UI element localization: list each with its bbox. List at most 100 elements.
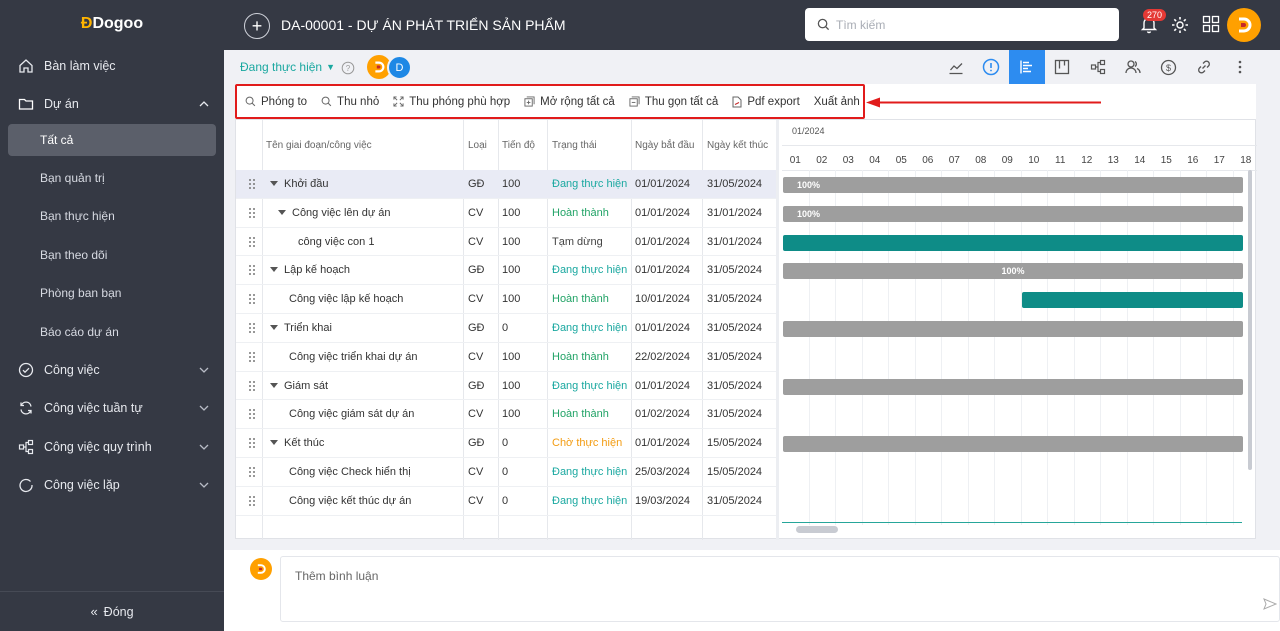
- task-status[interactable]: Chờ thực hiện: [552, 429, 622, 457]
- sidebar-item-all[interactable]: Tất cả: [8, 124, 216, 156]
- drag-handle-icon[interactable]: [248, 228, 258, 256]
- vertical-scrollbar[interactable]: [1248, 170, 1252, 470]
- gantt-bar[interactable]: [783, 436, 1243, 453]
- drag-handle-icon[interactable]: [248, 314, 258, 342]
- column-header-start[interactable]: Ngày bắt đầu: [635, 120, 695, 170]
- task-status[interactable]: Hoàn thành: [552, 400, 609, 428]
- sidebar-item-you-manage[interactable]: Bạn quản trị: [0, 161, 224, 195]
- expand-all-button[interactable]: Mở rộng tất cả: [524, 96, 615, 108]
- sidebar-close-button[interactable]: « Đóng: [0, 591, 224, 631]
- drag-handle-icon[interactable]: [248, 458, 258, 486]
- drag-handle-icon[interactable]: [248, 372, 258, 400]
- task-status[interactable]: Hoàn thành: [552, 343, 609, 371]
- table-row[interactable]: Công việc lập kế hoạch CV 100 Hoàn thành 10/…: [236, 285, 776, 314]
- drag-handle-icon[interactable]: [248, 170, 258, 198]
- drag-handle-icon[interactable]: [248, 285, 258, 313]
- view-tree-button[interactable]: [1080, 50, 1116, 84]
- sidebar-item-recurring-tasks[interactable]: Công việc lặp: [0, 468, 224, 502]
- user-avatar[interactable]: [1227, 8, 1261, 42]
- more-options-button[interactable]: [1222, 50, 1258, 84]
- column-header-progress[interactable]: Tiến độ: [502, 120, 535, 170]
- caret-down-icon[interactable]: [270, 429, 278, 457]
- gantt-bar[interactable]: 100%: [783, 263, 1243, 280]
- drag-handle-icon[interactable]: [248, 256, 258, 284]
- task-status[interactable]: Đang thực hiện: [552, 458, 627, 486]
- pdf-export-button[interactable]: Pdf export: [732, 96, 800, 108]
- table-row[interactable]: Khởi đầu GĐ 100 Đang thực hiện 01/01/2024 31/…: [236, 170, 776, 199]
- task-name[interactable]: Giám sát: [284, 372, 328, 400]
- caret-down-icon[interactable]: [270, 256, 278, 284]
- send-icon[interactable]: [1263, 598, 1277, 610]
- column-header-status[interactable]: Trạng thái: [552, 120, 597, 170]
- task-name[interactable]: Công việc triển khai dự án: [289, 343, 417, 371]
- task-name[interactable]: Lập kế hoạch: [284, 256, 350, 284]
- table-row[interactable]: Lập kế hoạch GĐ 100 Đang thực hiện 01/01/202…: [236, 256, 776, 286]
- task-name[interactable]: Công việc lên dự án: [292, 199, 390, 227]
- gantt-bar[interactable]: 100%: [783, 205, 1243, 222]
- task-status[interactable]: Đang thực hiện: [552, 487, 627, 515]
- sidebar-item-workflow-tasks[interactable]: Công việc quy trình: [0, 430, 224, 464]
- add-button[interactable]: +: [244, 13, 270, 39]
- view-budget-button[interactable]: $: [1151, 50, 1187, 84]
- table-row[interactable]: Giám sát GĐ 100 Đang thực hiện 01/01/2024 31/…: [236, 372, 776, 401]
- member-avatar[interactable]: D: [387, 55, 412, 80]
- task-status[interactable]: Đang thực hiện: [552, 170, 627, 198]
- task-status[interactable]: Tạm dừng: [552, 228, 603, 256]
- sidebar-item-desk[interactable]: Bàn làm việc: [0, 49, 224, 83]
- collapse-all-button[interactable]: Thu gọn tất cả: [629, 96, 718, 108]
- caret-down-icon[interactable]: [270, 170, 278, 198]
- view-gantt-button[interactable]: [1009, 50, 1045, 84]
- task-status[interactable]: Hoàn thành: [552, 285, 609, 313]
- gantt-bar[interactable]: [783, 321, 1243, 337]
- split-handle[interactable]: [776, 120, 779, 540]
- sidebar-item-sequential-tasks[interactable]: Công việc tuần tự: [0, 391, 224, 425]
- column-header-end[interactable]: Ngày kết thúc: [707, 120, 768, 170]
- export-image-button[interactable]: Xuất ảnh: [814, 96, 860, 108]
- help-icon[interactable]: ?: [341, 61, 355, 75]
- app-logo[interactable]: Ɖ Dogoo: [0, 0, 224, 48]
- view-info-button[interactable]: [974, 50, 1010, 84]
- task-name[interactable]: công việc con 1: [298, 228, 374, 256]
- horizontal-scrollbar[interactable]: [796, 526, 838, 533]
- caret-down-icon[interactable]: [270, 372, 278, 400]
- gantt-bar[interactable]: 100%: [783, 177, 1243, 193]
- drag-handle-icon[interactable]: [248, 343, 258, 371]
- task-name[interactable]: Công việc giám sát dự án: [289, 400, 414, 428]
- caret-down-icon[interactable]: [270, 314, 278, 342]
- task-name[interactable]: Công việc lập kế hoạch: [289, 285, 403, 313]
- column-header-name[interactable]: Tên giai đoạn/công việc: [266, 120, 372, 170]
- table-row[interactable]: Triển khai GĐ 0 Đang thực hiện 01/01/2024 31/…: [236, 314, 776, 343]
- table-row[interactable]: Kết thúc GĐ 0 Chờ thực hiện 01/01/2024 15/05/…: [236, 429, 776, 458]
- project-status-dropdown[interactable]: Đang thực hiện ▼: [240, 60, 335, 74]
- table-row[interactable]: Công việc giám sát dự án CV 100 Hoàn thành 0…: [236, 400, 776, 430]
- task-name[interactable]: Triển khai: [284, 314, 332, 342]
- task-name[interactable]: Khởi đầu: [284, 170, 329, 198]
- view-links-button[interactable]: [1187, 50, 1223, 84]
- view-members-button[interactable]: [1116, 50, 1152, 84]
- drag-handle-icon[interactable]: [248, 429, 258, 457]
- sidebar-item-tasks[interactable]: Công việc: [0, 353, 224, 387]
- gantt-bar[interactable]: [1021, 292, 1243, 309]
- sidebar-item-you-follow[interactable]: Bạn theo dõi: [0, 238, 224, 272]
- comment-input[interactable]: Thêm bình luận: [280, 556, 1280, 622]
- task-status[interactable]: Đang thực hiện: [552, 314, 627, 342]
- sidebar-item-your-department[interactable]: Phòng ban bạn: [0, 276, 224, 310]
- table-row[interactable]: Công việc kết thúc dự án CV 0 Đang thực hiệ…: [236, 487, 776, 516]
- table-row[interactable]: công việc con 1 CV 100 Tạm dừng 01/01/2024 31…: [236, 228, 776, 257]
- column-header-type[interactable]: Loại: [468, 120, 487, 170]
- task-status[interactable]: Hoàn thành: [552, 199, 609, 227]
- sidebar-item-project-report[interactable]: Báo cáo dự án: [0, 315, 224, 349]
- sidebar-item-you-execute[interactable]: Bạn thực hiện: [0, 199, 224, 233]
- view-chart-button[interactable]: [938, 50, 974, 84]
- table-row[interactable]: Công việc Check hiển thị CV 0 Đang thực hiệ…: [236, 458, 776, 487]
- task-name[interactable]: Kết thúc: [284, 429, 324, 457]
- zoom-in-button[interactable]: Phóng to: [245, 96, 307, 108]
- drag-handle-icon[interactable]: [248, 487, 258, 515]
- caret-down-icon[interactable]: [278, 199, 286, 227]
- task-status[interactable]: Đang thực hiện: [552, 256, 627, 284]
- zoom-out-button[interactable]: Thu nhỏ: [321, 96, 379, 108]
- drag-handle-icon[interactable]: [248, 400, 258, 428]
- search-box[interactable]: [805, 8, 1119, 41]
- table-row[interactable]: Công việc lên dự án CV 100 Hoàn thành 01/01/…: [236, 199, 776, 228]
- task-name[interactable]: Công việc kết thúc dự án: [289, 487, 411, 515]
